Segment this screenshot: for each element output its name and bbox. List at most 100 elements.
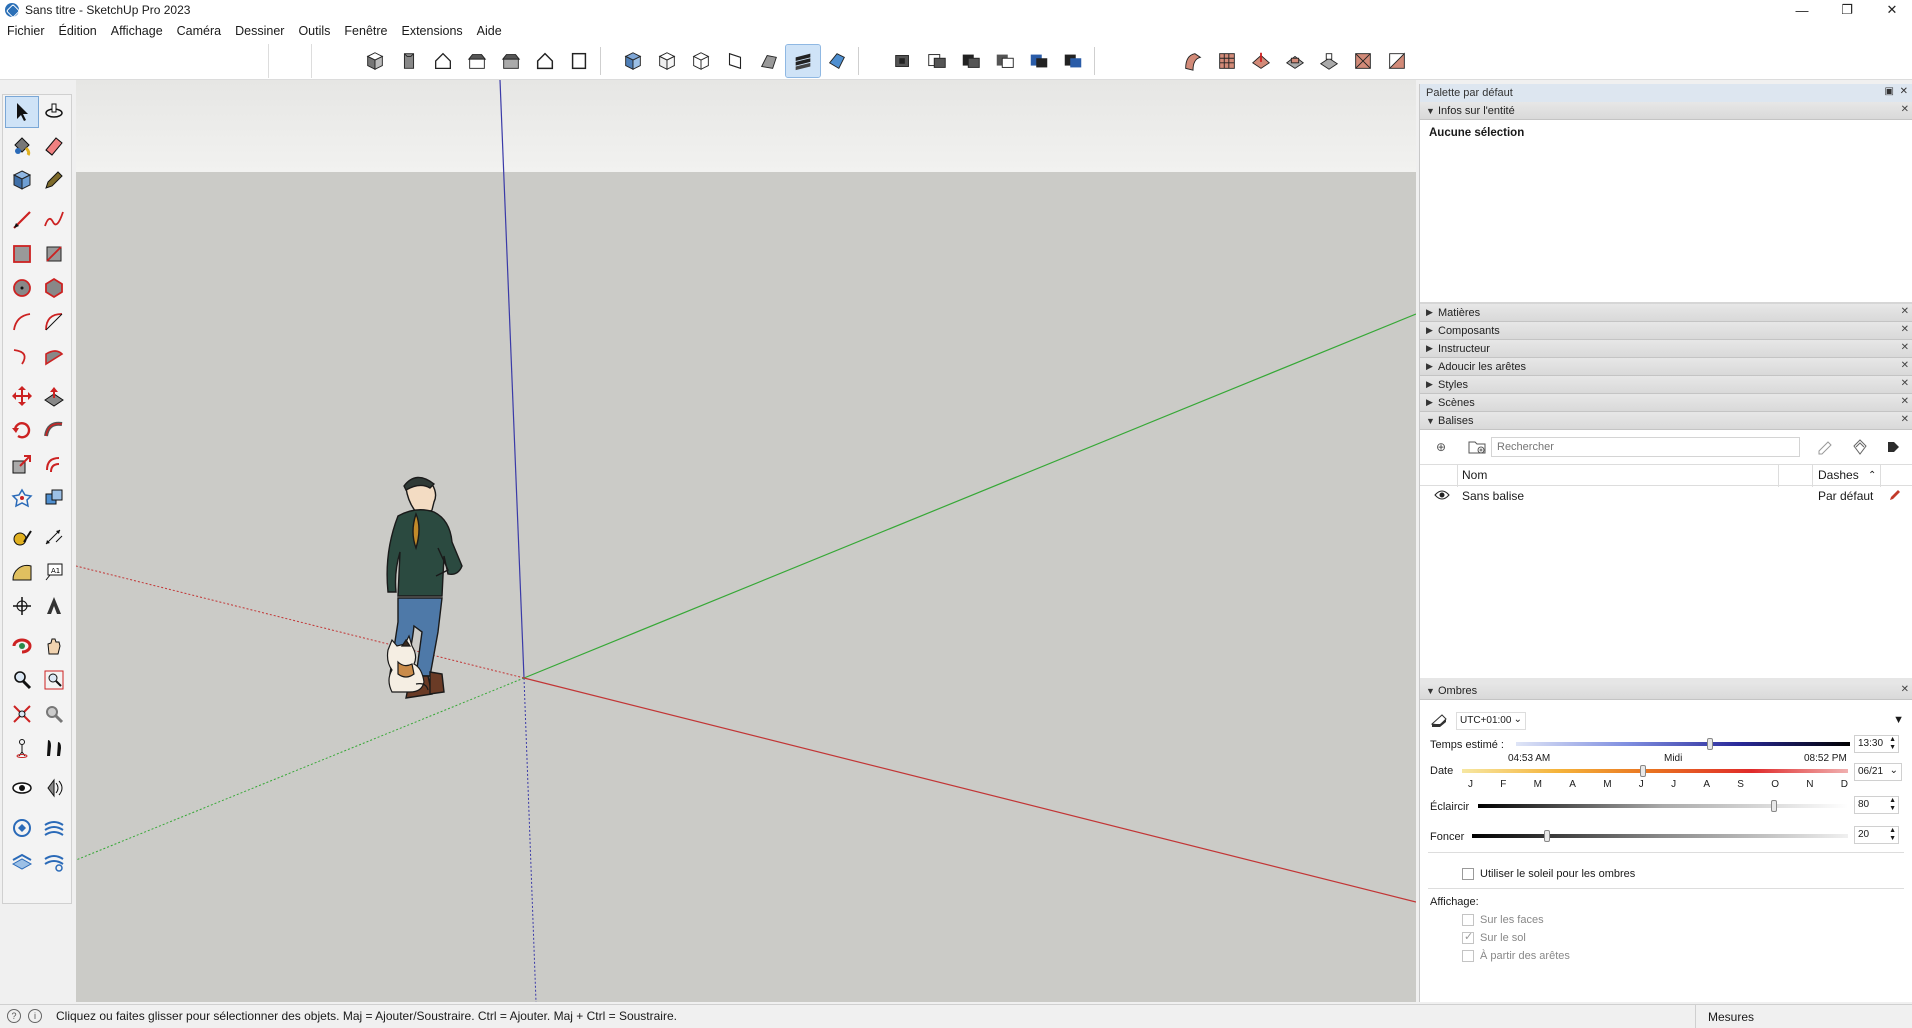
sandbox-detail-icon[interactable] <box>1346 45 1380 77</box>
dark-slider-thumb[interactable] <box>1544 830 1551 842</box>
paint-bucket-icon[interactable] <box>6 131 38 161</box>
tag-tool-icon[interactable] <box>38 165 70 195</box>
freehand-icon[interactable] <box>38 205 70 235</box>
bottom-view-icon[interactable] <box>562 45 596 77</box>
follow-me-icon[interactable] <box>38 415 70 445</box>
light-input[interactable]: 80 ▲ ▼ <box>1854 796 1899 814</box>
move-icon[interactable] <box>6 381 38 411</box>
section-plane-tool-icon[interactable] <box>38 773 70 803</box>
rotated-rectangle-icon[interactable] <box>38 239 70 269</box>
expand-shadow-settings-icon[interactable]: ▼ <box>1893 714 1904 726</box>
protractor-icon[interactable] <box>6 557 38 587</box>
sandbox-flip-icon[interactable] <box>1380 45 1414 77</box>
shaded-textures-icon[interactable] <box>785 44 821 78</box>
time-slider[interactable] <box>1516 742 1850 746</box>
back-edges-icon[interactable] <box>650 45 684 77</box>
zoom-window-icon[interactable] <box>38 665 70 695</box>
orbit-icon[interactable] <box>6 631 38 661</box>
pencil-icon[interactable] <box>1888 488 1902 505</box>
menu-camera[interactable]: Caméra <box>177 24 221 38</box>
from-edges-checkbox[interactable] <box>1462 950 1474 962</box>
section-icon-6[interactable] <box>1056 45 1090 77</box>
three-point-arc-icon[interactable] <box>6 341 38 371</box>
dark-input[interactable]: 20 ▲ ▼ <box>1854 826 1899 844</box>
dimension-icon[interactable] <box>38 523 70 553</box>
light-slider-thumb[interactable] <box>1771 800 1777 812</box>
add-tag-folder-icon[interactable] <box>1464 436 1490 458</box>
warehouse-icon[interactable] <box>6 813 38 843</box>
menu-edition[interactable]: Édition <box>59 24 97 38</box>
close-icon[interactable]: ✕ <box>1901 324 1909 335</box>
on-faces-checkbox[interactable] <box>1462 914 1474 926</box>
top-view-icon[interactable] <box>392 45 426 77</box>
sandbox-stamp-icon[interactable] <box>1278 45 1312 77</box>
add-tag-icon[interactable]: ⊕ <box>1428 436 1454 458</box>
collapsed-panel-header[interactable]: ▶ Styles ✕ <box>1420 376 1912 394</box>
solid-tools-icon[interactable] <box>6 483 38 513</box>
time-slider-thumb[interactable] <box>1706 738 1713 750</box>
date-select[interactable]: 06/21 ⌄ <box>1854 763 1902 781</box>
3d-text-icon[interactable] <box>38 591 70 621</box>
close-icon[interactable]: ✕ <box>1901 396 1909 407</box>
drawing-area[interactable] <box>76 80 1416 1002</box>
tape-measure-icon[interactable] <box>6 523 38 553</box>
dark-slider[interactable] <box>1472 834 1848 838</box>
table-row[interactable]: Sans balise Par défaut <box>1420 486 1912 506</box>
layout-icon[interactable] <box>6 847 38 877</box>
menu-outils[interactable]: Outils <box>298 24 330 38</box>
position-camera-icon[interactable] <box>6 733 38 763</box>
minimize-button[interactable]: — <box>1780 0 1824 20</box>
panel-entity-info-header[interactable]: ▼ Infos sur l'entité ✕ <box>1420 102 1912 120</box>
collapsed-panel-header[interactable]: ▶ Composants ✕ <box>1420 322 1912 340</box>
rectangle-icon[interactable] <box>6 239 38 269</box>
display-section-cuts-icon[interactable] <box>954 45 988 77</box>
previous-view-icon[interactable] <box>38 699 70 729</box>
tray-pin-icon[interactable]: ▣ <box>1885 86 1894 97</box>
shadows-toggle-icon[interactable] <box>1430 712 1448 731</box>
time-input[interactable]: 13:30 ▲ ▼ <box>1854 735 1899 753</box>
menu-extensions[interactable]: Extensions <box>402 24 463 38</box>
light-slider[interactable] <box>1478 804 1848 808</box>
back-view-icon[interactable] <box>494 45 528 77</box>
extension-warehouse-icon[interactable] <box>38 813 70 843</box>
arc-icon[interactable] <box>6 307 38 337</box>
info-icon[interactable]: i <box>28 1009 42 1023</box>
rotate-icon[interactable] <box>6 415 38 445</box>
right-view-icon[interactable] <box>460 45 494 77</box>
details-arrow-icon[interactable] <box>1880 436 1906 458</box>
xray-icon[interactable] <box>616 45 650 77</box>
close-icon[interactable]: ✕ <box>1901 306 1909 317</box>
close-icon[interactable]: ✕ <box>1901 378 1909 389</box>
tag-name[interactable]: Sans balise <box>1462 489 1524 503</box>
eye-visibility-icon[interactable] <box>1434 489 1450 504</box>
menu-dessiner[interactable]: Dessiner <box>235 24 284 38</box>
push-pull-icon[interactable] <box>38 381 70 411</box>
tray-close-icon[interactable]: ✕ <box>1900 86 1908 97</box>
walk-icon[interactable] <box>38 733 70 763</box>
on-ground-checkbox[interactable] <box>1462 930 1474 944</box>
section-icon-5[interactable] <box>1022 45 1056 77</box>
eraser-icon[interactable] <box>38 131 70 161</box>
text-icon[interactable]: A1 <box>38 557 70 587</box>
offset-icon[interactable] <box>38 449 70 479</box>
iso-view-icon[interactable] <box>358 45 392 77</box>
sandbox-scratch-icon[interactable] <box>1210 45 1244 77</box>
sandbox-drape-icon[interactable] <box>1312 45 1346 77</box>
panel-shadows-header[interactable]: ▼ Ombres ✕ <box>1420 682 1912 700</box>
close-icon[interactable]: ✕ <box>1901 104 1909 115</box>
scale-icon[interactable] <box>6 449 38 479</box>
date-slider[interactable] <box>1462 769 1848 773</box>
scene-canvas[interactable] <box>76 80 1416 1002</box>
restore-button[interactable]: ❐ <box>1825 0 1869 20</box>
axes-icon[interactable] <box>6 591 38 621</box>
close-button[interactable]: ✕ <box>1870 0 1912 20</box>
look-around-icon[interactable] <box>6 773 38 803</box>
stepper-icon[interactable]: ▲ ▼ <box>1889 797 1896 813</box>
geolocation-icon[interactable]: ? <box>7 1009 21 1023</box>
use-sun-checkbox[interactable] <box>1462 868 1474 880</box>
component-icon[interactable] <box>6 165 38 195</box>
shaded-icon[interactable] <box>752 45 786 77</box>
column-name[interactable]: Nom <box>1462 468 1487 482</box>
extension-manager-icon[interactable] <box>38 847 70 877</box>
collapsed-panel-header[interactable]: ▶ Scènes ✕ <box>1420 394 1912 412</box>
